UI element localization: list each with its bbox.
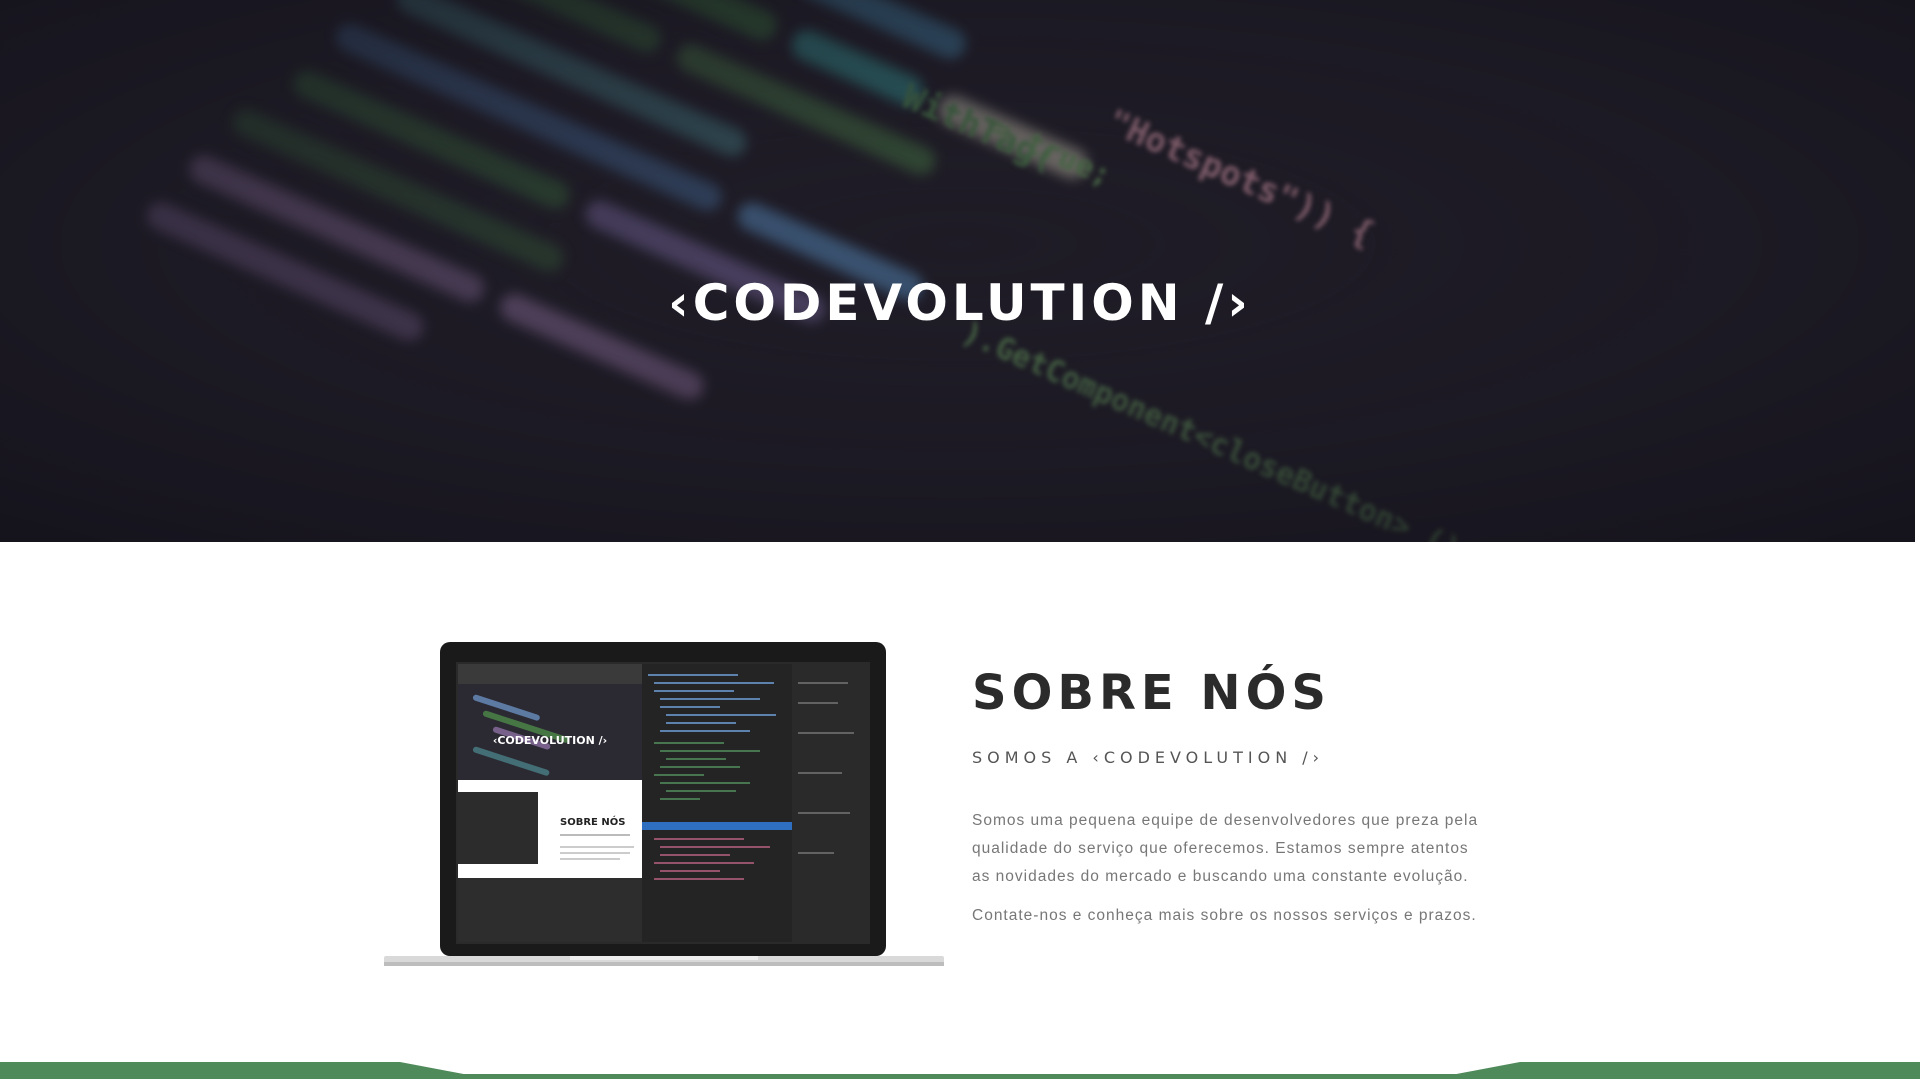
hero-overlay: [0, 0, 1920, 542]
laptop-mockup-image: ‹CODEVOLUTION /› SOBRE NÓS: [384, 642, 944, 966]
laptop-screen-title: ‹CODEVOLUTION /›: [493, 734, 607, 747]
laptop-screen-heading: SOBRE NÓS: [560, 815, 625, 828]
hero-banner: WithTag( "Hotspots")) { = true; ).GetCom…: [0, 0, 1920, 542]
about-contact-paragraph: Contate-nos e conheça mais sobre os noss…: [972, 907, 1477, 924]
about-heading: SOBRE NÓS: [972, 665, 1331, 721]
about-subheading: SOMOS A ‹CODEVOLUTION /›: [972, 748, 1325, 767]
about-paragraph: Somos uma pequena equipe de desenvolvedo…: [972, 812, 1479, 885]
hero-title: ‹CODEVOLUTION /›: [668, 273, 1252, 332]
footer-band: [0, 1062, 1920, 1079]
page-edge: [1915, 0, 1920, 542]
